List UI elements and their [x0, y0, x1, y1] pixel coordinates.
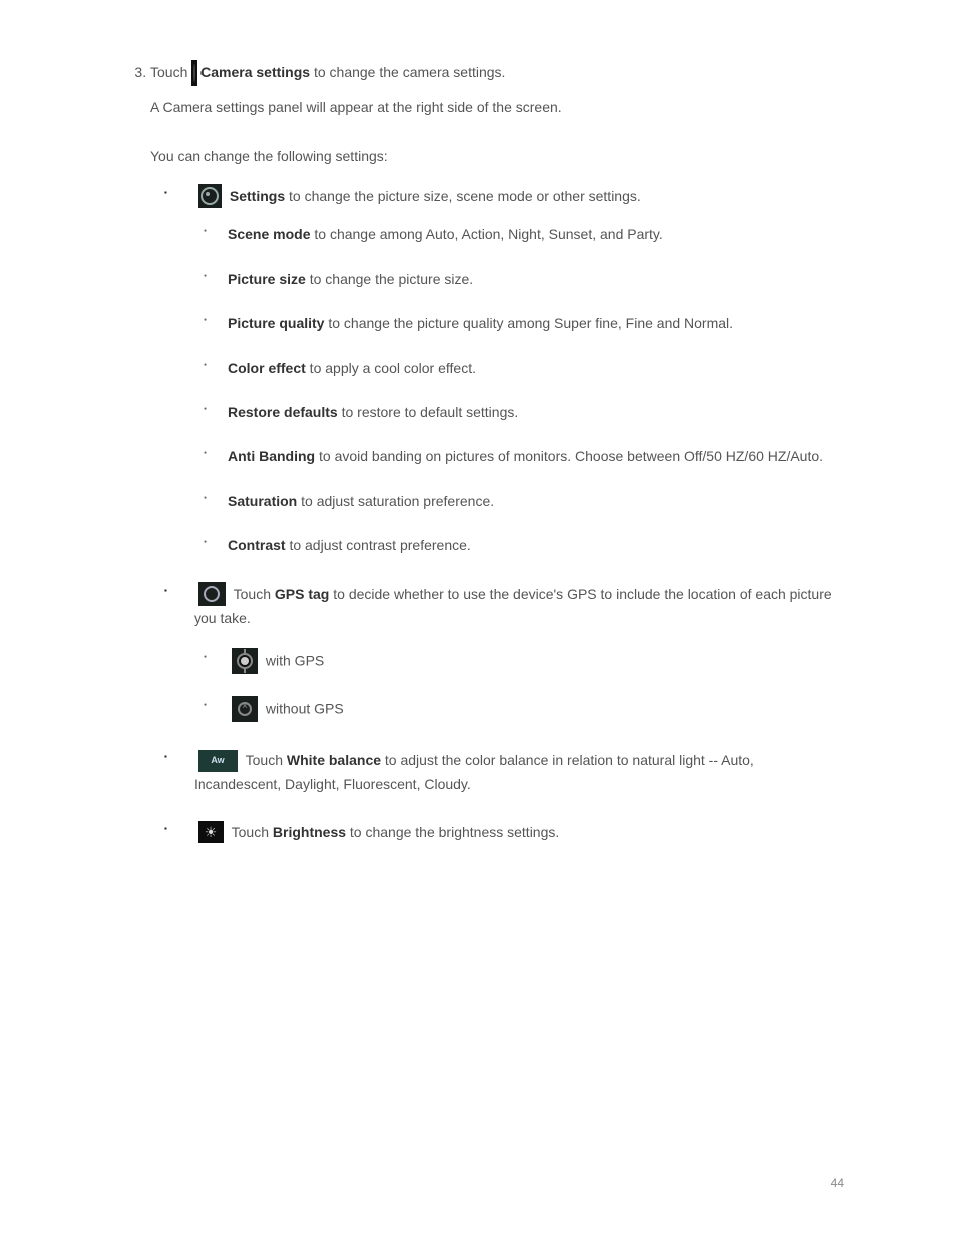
wb-bold: White balance [287, 752, 381, 768]
step3-note: A Camera settings panel will appear at t… [150, 96, 844, 118]
sub-label: Color effect [228, 360, 306, 376]
brightness-icon: ☀ [198, 821, 224, 843]
sub-anti-banding: Anti Banding to avoid banding on picture… [204, 445, 844, 467]
wb-pre: Touch [246, 752, 287, 768]
sub-text: to apply a cool color effect. [306, 360, 476, 376]
gps-pre: Touch [230, 586, 275, 602]
settings-bullet-list: Settings to change the picture size, sce… [164, 185, 844, 844]
bright-pre: Touch [232, 824, 273, 840]
page-number: 44 [831, 1174, 844, 1193]
sub-label: Picture quality [228, 315, 324, 331]
white-balance-icon: Aw [198, 750, 238, 772]
sub-text: to change the picture size. [306, 271, 473, 287]
bright-text: to change the brightness settings. [346, 824, 559, 840]
step3-label: Camera settings [201, 64, 310, 80]
settings-label: Settings [230, 188, 285, 204]
gps-off-item: without GPS [204, 697, 844, 723]
gps-bullet: Touch GPS tag to decide whether to use t… [164, 583, 844, 724]
gps-on-item: with GPS [204, 649, 844, 675]
step3-prefix: Touch [150, 64, 187, 80]
settings-intro: You can change the following settings: [150, 145, 844, 167]
sub-text: to adjust saturation preference. [297, 493, 494, 509]
sub-text: to avoid banding on pictures of monitors… [315, 448, 823, 464]
page-container: Touch Camera settings to change the came… [0, 0, 954, 1235]
sub-label: Saturation [228, 493, 297, 509]
sub-text: to adjust contrast preference. [286, 537, 471, 553]
settings-bullet: Settings to change the picture size, sce… [164, 185, 844, 556]
sub-picture-size: Picture size to change the picture size. [204, 268, 844, 290]
sub-contrast: Contrast to adjust contrast preference. [204, 534, 844, 556]
gps-sublist: with GPS without GPS [204, 649, 844, 723]
sub-restore-defaults: Restore defaults to restore to default s… [204, 401, 844, 423]
sub-text: to restore to default settings. [338, 404, 519, 420]
gps-off-icon [232, 696, 258, 722]
gps-on-label: with GPS [266, 653, 324, 669]
sub-picture-quality: Picture quality to change the picture qu… [204, 312, 844, 334]
step3-suffix: to change the camera settings. [310, 64, 505, 80]
bright-bold: Brightness [273, 824, 346, 840]
sub-scene-mode: Scene mode to change among Auto, Action,… [204, 223, 844, 245]
step-3: Touch Camera settings to change the came… [150, 60, 844, 844]
sub-color-effect: Color effect to apply a cool color effec… [204, 357, 844, 379]
sub-text: to change among Auto, Action, Night, Sun… [310, 226, 662, 242]
white-balance-bullet: Aw Touch White balance to adjust the col… [164, 749, 844, 795]
gps-bold: GPS tag [275, 586, 329, 602]
camera-settings-dial-icon [191, 60, 197, 86]
settings-sublist: Scene mode to change among Auto, Action,… [204, 223, 844, 556]
sub-label: Scene mode [228, 226, 310, 242]
sub-label: Restore defaults [228, 404, 338, 420]
sub-label: Picture size [228, 271, 306, 287]
sub-saturation: Saturation to adjust saturation preferen… [204, 490, 844, 512]
gps-off-label: without GPS [266, 701, 344, 717]
sub-text: to change the picture quality among Supe… [324, 315, 733, 331]
gps-tag-icon [198, 582, 226, 606]
sub-label: Anti Banding [228, 448, 315, 464]
brightness-bullet: ☀ Touch Brightness to change the brightn… [164, 821, 844, 844]
gps-on-icon [232, 648, 258, 674]
sub-label: Contrast [228, 537, 286, 553]
steps-list: Touch Camera settings to change the came… [110, 60, 844, 844]
gear-icon [198, 184, 222, 208]
settings-text: to change the picture size, scene mode o… [285, 188, 641, 204]
